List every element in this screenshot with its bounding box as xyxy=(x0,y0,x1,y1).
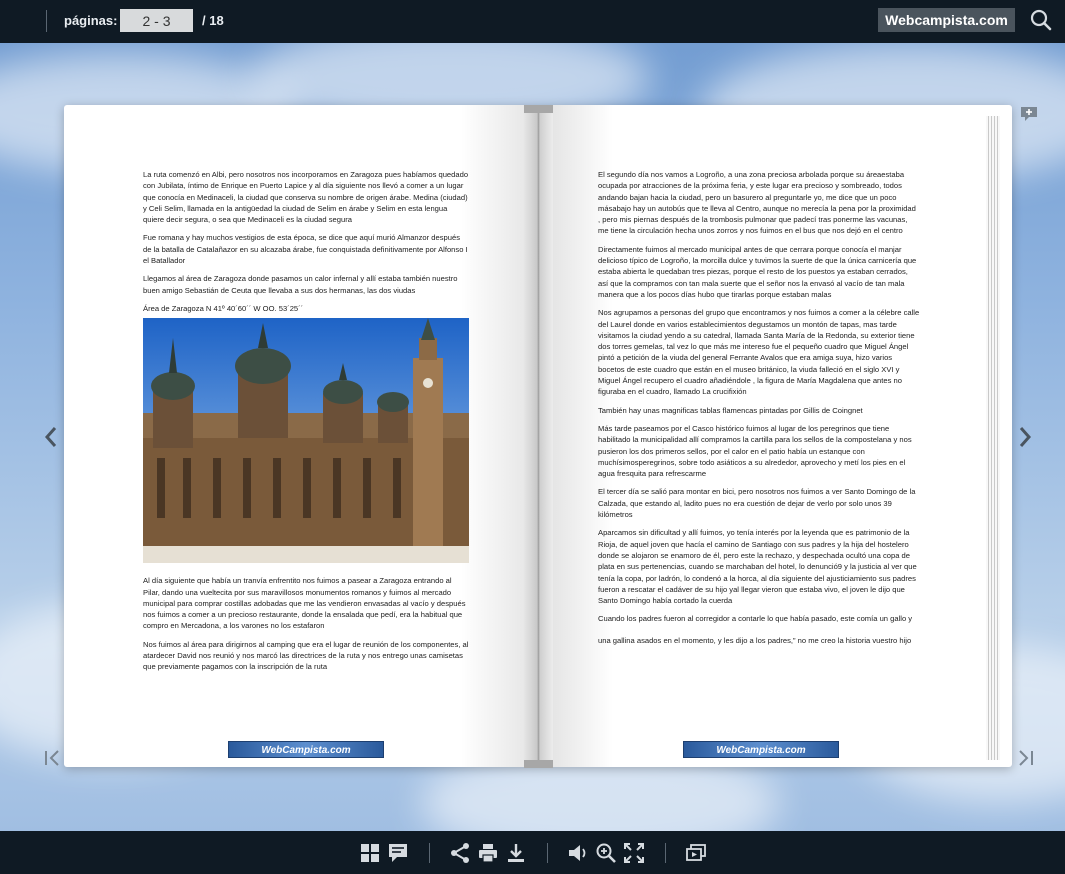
paragraph: Llegamos al área de Zaragoza donde pasam… xyxy=(143,274,458,295)
thumbnails-icon[interactable] xyxy=(359,842,381,864)
paragraph: El tercer día se salió para montar en bi… xyxy=(598,487,916,520)
chevron-right-icon[interactable] xyxy=(1014,422,1036,452)
notes-icon[interactable] xyxy=(387,842,409,864)
page-total: / 18 xyxy=(202,13,224,28)
print-icon[interactable] xyxy=(477,842,499,864)
spine-cap xyxy=(524,105,553,113)
zoom-in-icon[interactable] xyxy=(595,842,617,864)
webcampista-logo: WebCampista.com xyxy=(683,741,839,758)
basilica-photo xyxy=(143,318,469,564)
paragraph: Al día siguiente que había un tranvía en… xyxy=(143,576,466,631)
paragraph: Área de Zaragoza N 41º 40´60´´ W OO. 53´… xyxy=(143,303,304,313)
share-icon[interactable] xyxy=(449,842,471,864)
paragraph: Fue romana y hay muchos vestigios de est… xyxy=(143,233,468,266)
paragraph: Aparcamos sin dificultad y allí fuimos, … xyxy=(598,528,917,606)
download-icon[interactable] xyxy=(505,842,527,864)
pages-label: páginas: xyxy=(64,13,118,28)
bottom-toolbar xyxy=(0,831,1065,874)
right-page-text: El segundo día nos vamos a Logroño, a un… xyxy=(598,169,920,653)
top-toolbar: páginas: / 18 Webcampista.com xyxy=(0,0,1065,43)
page-number-input[interactable] xyxy=(120,9,193,32)
paragraph: Nos agrupamos a personas del grupo que e… xyxy=(598,308,920,397)
paragraph: El segundo día nos vamos a Logroño, a un… xyxy=(598,170,916,236)
page-edges xyxy=(986,116,1000,760)
slideshow-icon[interactable] xyxy=(685,842,707,864)
paragraph: Cuando los padres fueron al corregidor a… xyxy=(598,614,913,624)
chevron-left-icon[interactable] xyxy=(40,422,62,452)
toolbar-divider xyxy=(429,843,430,863)
toolbar-divider xyxy=(547,843,548,863)
toolbar-divider xyxy=(665,843,666,863)
left-page-text: La ruta comenzó en Albi, pero nosotros n… xyxy=(143,169,469,680)
paragraph: También hay unas magnificas tablas flame… xyxy=(598,405,863,415)
book-spine xyxy=(524,105,553,768)
toolbar-divider xyxy=(46,10,47,32)
first-page-icon[interactable] xyxy=(42,744,64,774)
paragraph: Nos fuimos al área para dirigirnos al ca… xyxy=(143,639,469,672)
fullscreen-icon[interactable] xyxy=(623,842,645,864)
brand-link[interactable]: Webcampista.com xyxy=(878,8,1015,32)
paragraph: La ruta comenzó en Albi, pero nosotros n… xyxy=(143,170,469,225)
spine-cap xyxy=(524,760,553,768)
paragraph: Más tarde paseamos por el Casco históric… xyxy=(598,423,912,479)
sound-icon[interactable] xyxy=(567,842,589,864)
paragraph: una gallina asados en el momento, y les … xyxy=(598,635,912,645)
search-icon[interactable] xyxy=(1029,8,1053,32)
paragraph: Directamente fuimos al mercado municipal… xyxy=(598,244,917,299)
page-shadow xyxy=(460,105,524,767)
add-bookmark-icon[interactable] xyxy=(1020,106,1038,122)
webcampista-logo: WebCampista.com xyxy=(228,741,384,758)
last-page-icon[interactable] xyxy=(1014,744,1036,774)
